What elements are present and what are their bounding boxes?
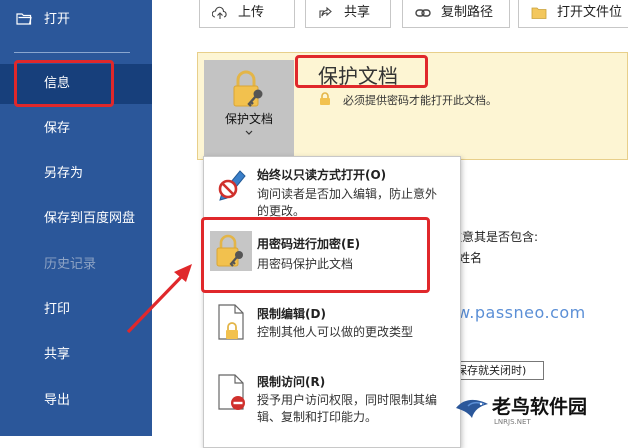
link-icon [415,9,431,17]
upload-icon [212,6,227,19]
menu-item-restrict-access[interactable]: 限制访问(R) 授予用户访问权限，同时限制其编辑、复制和打印能力。 [204,363,460,433]
chevron-down-icon [245,130,253,135]
sidebar-item-save-as[interactable]: 另存为 [0,154,152,194]
sidebar-item-save[interactable]: 保存 [0,109,152,149]
protect-document-menu: 始终以只读方式打开(O) 询问读者是否加入编辑，防止意外的更改。 用密码进行加密… [203,156,461,448]
site-logo: 老鸟软件园 LNRJS.NET [452,388,628,436]
highlight-box-info [14,60,114,107]
lock-key-icon [233,70,263,107]
document-lock-icon [218,304,244,340]
author-name-text: 姓名 [458,251,483,265]
menu-item-title: 始终以只读方式打开(O) [257,168,387,182]
inspect-document-text: 注意其是否包含: [450,230,539,244]
sidebar-item-label: 历史记录 [44,257,97,272]
protect-document-description: 必须提供密码才能打开此文档。 [343,94,497,107]
upload-label: 上传 [238,5,265,20]
menu-item-title: 限制访问(R) [257,375,326,389]
menu-item-description: 授予用户访问权限，同时限制其编辑、复制和打印能力。 [257,393,437,424]
sidebar-item-open[interactable]: 打开 [0,0,152,40]
protect-document-tile-label: 保护文档 [224,112,273,126]
sidebar-item-save-to-baidu[interactable]: 保存到百度网盘 [0,199,152,239]
lock-icon [320,92,330,105]
logo-name: 老鸟软件园 [492,396,588,418]
copy-path-label: 复制路径 [441,5,494,20]
menu-item-title: 限制编辑(D) [257,307,326,321]
protect-document-button[interactable]: 保护文档 [204,60,294,156]
sidebar-item-label: 共享 [44,347,71,362]
pencil-prohibited-icon [218,170,246,201]
folder-icon [531,7,547,19]
copy-path-button[interactable]: 复制路径 [402,0,510,28]
menu-item-always-open-read-only[interactable]: 始终以只读方式打开(O) 询问读者是否加入编辑，防止意外的更改。 [204,157,460,219]
menu-item-description: 询问读者是否加入编辑，防止意外的更改。 [257,187,437,218]
folder-open-icon [16,13,32,25]
highlight-box-title [295,55,428,88]
menu-item-description: 控制其他人可以做的更改类型 [257,325,414,339]
open-location-label: 打开文件位 [557,5,623,20]
upload-button[interactable]: 上传 [199,0,295,28]
sidebar-item-label: 保存到百度网盘 [44,211,136,226]
menu-item-restrict-editing[interactable]: 限制编辑(D) 控制其他人可以做的更改类型 [204,295,460,353]
save-close-button[interactable]: 保存就关闭时) [452,361,544,380]
red-arrow-icon [126,264,192,334]
share-label: 共享 [344,5,371,20]
sidebar-item-label: 保存 [44,121,71,136]
highlight-box-encrypt [201,217,430,293]
open-location-button[interactable]: 打开文件位 [518,0,628,28]
sidebar-divider [14,52,130,53]
sidebar-item-export[interactable]: 导出 [0,381,152,421]
sidebar-item-share[interactable]: 共享 [0,335,152,375]
sidebar-item-label: 打印 [44,302,71,317]
sidebar-item-label: 另存为 [44,166,84,181]
share-icon [319,6,332,18]
logo-subtitle: LNRJS.NET [494,418,531,426]
sidebar-item-open-label: 打开 [44,12,71,27]
bird-logo-icon [456,399,488,418]
document-restrict-icon [218,374,245,410]
share-button[interactable]: 共享 [305,0,391,28]
sidebar-item-label: 导出 [44,393,71,408]
